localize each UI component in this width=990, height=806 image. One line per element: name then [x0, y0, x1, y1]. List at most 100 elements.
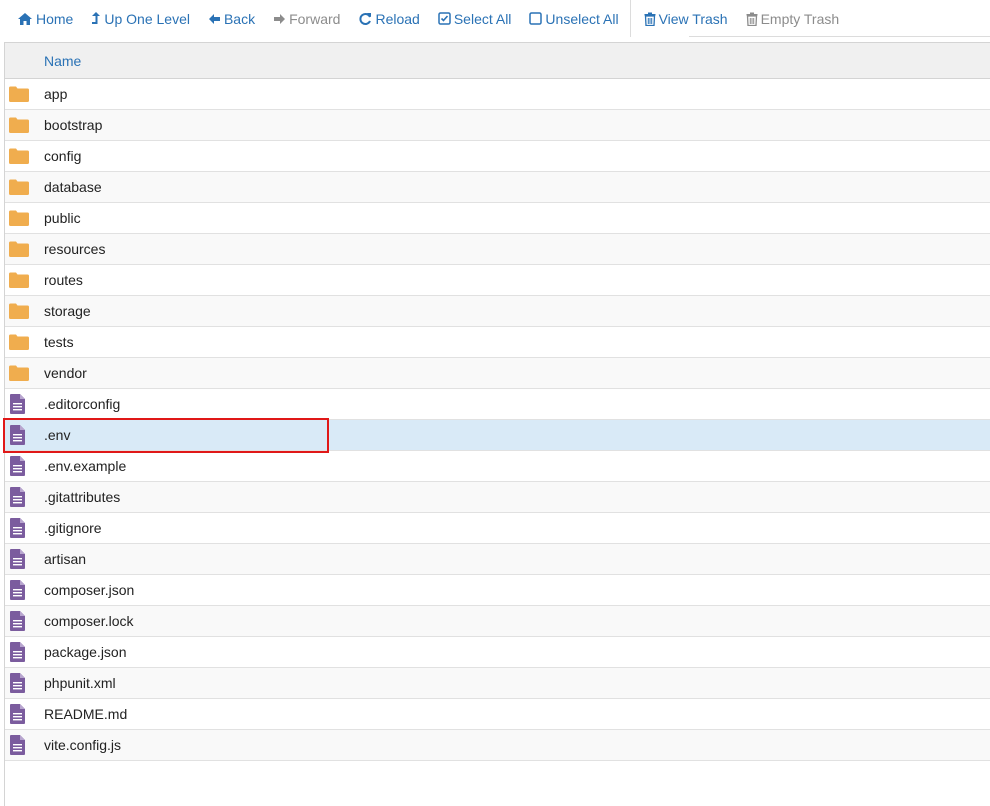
folder-icon	[5, 86, 44, 102]
folder-icon	[5, 117, 44, 133]
file-row[interactable]: bootstrap	[5, 110, 990, 141]
file-row[interactable]: app	[5, 79, 990, 110]
file-icon	[5, 456, 44, 476]
folder-icon	[5, 148, 44, 164]
file-row[interactable]: artisan	[5, 544, 990, 575]
empty-trash-label: Empty Trash	[760, 10, 840, 27]
home-button[interactable]: Home	[0, 0, 82, 37]
file-name: .env.example	[44, 458, 127, 474]
file-icon	[5, 735, 44, 755]
file-row[interactable]: tests	[5, 327, 990, 358]
arrow-left-icon	[208, 13, 220, 24]
file-row[interactable]: package.json	[5, 637, 990, 668]
folder-icon	[5, 303, 44, 319]
folder-icon	[5, 210, 44, 226]
checked-checkbox-icon	[438, 12, 451, 25]
up-one-level-button[interactable]: Up One Level	[82, 0, 199, 37]
file-icon	[5, 394, 44, 414]
file-row[interactable]: database	[5, 172, 990, 203]
toolbar: Home Up One Level Back Forward Reload Se…	[0, 0, 990, 37]
select-all-button[interactable]: Select All	[429, 0, 521, 37]
file-icon	[5, 549, 44, 569]
file-icon	[5, 642, 44, 662]
trash-icon	[746, 12, 758, 26]
file-rows: app bootstrap config database public res…	[5, 79, 990, 761]
view-trash-button[interactable]: View Trash	[635, 0, 737, 37]
file-row[interactable]: .editorconfig	[5, 389, 990, 420]
level-up-icon	[92, 12, 101, 24]
forward-button[interactable]: Forward	[264, 0, 349, 37]
file-row[interactable]: routes	[5, 265, 990, 296]
name-column-header[interactable]: Name	[44, 53, 81, 69]
empty-trash-button[interactable]: Empty Trash	[737, 0, 849, 37]
file-list: Name app bootstrap config database publi…	[4, 42, 990, 806]
file-name: tests	[44, 334, 74, 350]
file-name: routes	[44, 272, 83, 288]
file-icon	[5, 425, 44, 445]
file-name: storage	[44, 303, 91, 319]
file-name: resources	[44, 241, 106, 257]
file-name: composer.json	[44, 582, 135, 598]
file-name: app	[44, 86, 68, 102]
empty-checkbox-icon	[529, 12, 543, 25]
file-name: vite.config.js	[44, 737, 122, 753]
file-icon	[5, 518, 44, 538]
file-name: bootstrap	[44, 117, 103, 133]
home-icon	[18, 12, 32, 25]
reload-button[interactable]: Reload	[349, 0, 428, 37]
file-name: vendor	[44, 365, 87, 381]
file-name: artisan	[44, 551, 87, 567]
toolbar-border	[689, 36, 990, 37]
file-name: package.json	[44, 644, 127, 660]
back-label: Back	[223, 10, 256, 27]
file-row[interactable]: storage	[5, 296, 990, 327]
file-row[interactable]: vendor	[5, 358, 990, 389]
forward-label: Forward	[289, 10, 341, 27]
file-row[interactable]: vite.config.js	[5, 730, 990, 761]
view-trash-label: View Trash	[658, 10, 728, 27]
reload-label: Reload	[375, 10, 420, 27]
folder-icon	[5, 272, 44, 288]
file-row[interactable]: config	[5, 141, 990, 172]
file-name: database	[44, 179, 102, 195]
file-row[interactable]: composer.lock	[5, 606, 990, 637]
folder-icon	[5, 179, 44, 195]
select-all-label: Select All	[453, 10, 512, 27]
file-name: composer.lock	[44, 613, 134, 629]
file-row[interactable]: .env.example	[5, 451, 990, 482]
file-name: .gitignore	[44, 520, 102, 536]
file-row[interactable]: resources	[5, 234, 990, 265]
file-name: public	[44, 210, 81, 226]
reload-icon	[359, 12, 372, 25]
folder-icon	[5, 241, 44, 257]
file-row[interactable]: README.md	[5, 699, 990, 730]
file-row[interactable]: composer.json	[5, 575, 990, 606]
column-header: Name	[5, 43, 990, 79]
file-row[interactable]: public	[5, 203, 990, 234]
file-icon	[5, 611, 44, 631]
file-icon	[5, 704, 44, 724]
file-name: .env	[44, 427, 71, 443]
file-name: phpunit.xml	[44, 675, 116, 691]
file-name: .editorconfig	[44, 396, 121, 412]
file-row[interactable]: .gitattributes	[5, 482, 990, 513]
unselect-all-label: Unselect All	[545, 10, 619, 27]
file-name: config	[44, 148, 82, 164]
file-icon	[5, 580, 44, 600]
home-label: Home	[36, 10, 74, 27]
folder-icon	[5, 365, 44, 381]
file-icon	[5, 487, 44, 507]
file-name: README.md	[44, 706, 128, 722]
file-row[interactable]: phpunit.xml	[5, 668, 990, 699]
back-button[interactable]: Back	[199, 0, 264, 37]
up-one-level-label: Up One Level	[104, 10, 190, 27]
arrow-right-icon	[274, 13, 286, 24]
unselect-all-button[interactable]: Unselect All	[520, 0, 627, 37]
file-name: .gitattributes	[44, 489, 121, 505]
folder-icon	[5, 334, 44, 350]
trash-icon	[644, 12, 656, 26]
file-row[interactable]: .gitignore	[5, 513, 990, 544]
file-row[interactable]: .env	[5, 420, 990, 451]
toolbar-separator	[629, 0, 631, 37]
file-icon	[5, 673, 44, 693]
